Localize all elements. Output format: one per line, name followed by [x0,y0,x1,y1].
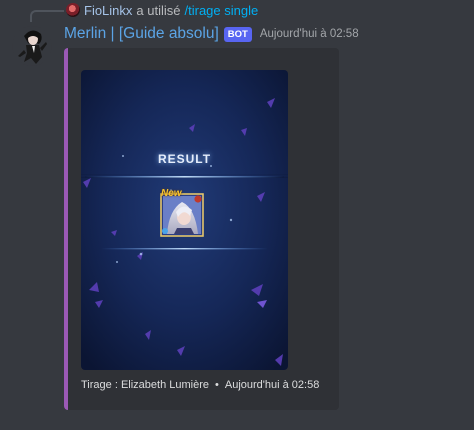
message-header: Merlin | [Guide absolu] BOT Aujourd'hui … [64,24,359,44]
reply-avatar[interactable] [66,3,80,17]
footer-separator: • [215,379,219,391]
footer-text: Tirage : Elizabeth Lumière [81,379,209,391]
reply-context[interactable]: FioLinkx a utilisé /tirage single [66,2,258,18]
embed-image[interactable]: RESULT New [81,70,288,370]
author-avatar[interactable] [12,26,52,66]
bot-badge: BOT [223,26,252,42]
reply-spine [30,10,64,22]
embed: RESULT New Tirage : Elizabeth Lumière • … [64,48,339,410]
result-background-image [81,70,288,370]
character-card-icon [160,193,204,237]
author-username[interactable]: Merlin | [Guide absolu] [64,25,219,43]
embed-footer: Tirage : Elizabeth Lumière • Aujourd'hui… [81,377,319,393]
reply-command[interactable]: /tirage single [185,3,259,18]
reply-username[interactable]: FioLinkx [84,3,132,18]
new-badge: New [161,188,182,199]
reply-action-text: a utilisé [136,2,181,18]
result-label: RESULT [157,152,212,166]
message-timestamp[interactable]: Aujourd'hui à 02:58 [260,28,359,40]
footer-timestamp: Aujourd'hui à 02:58 [224,379,320,391]
